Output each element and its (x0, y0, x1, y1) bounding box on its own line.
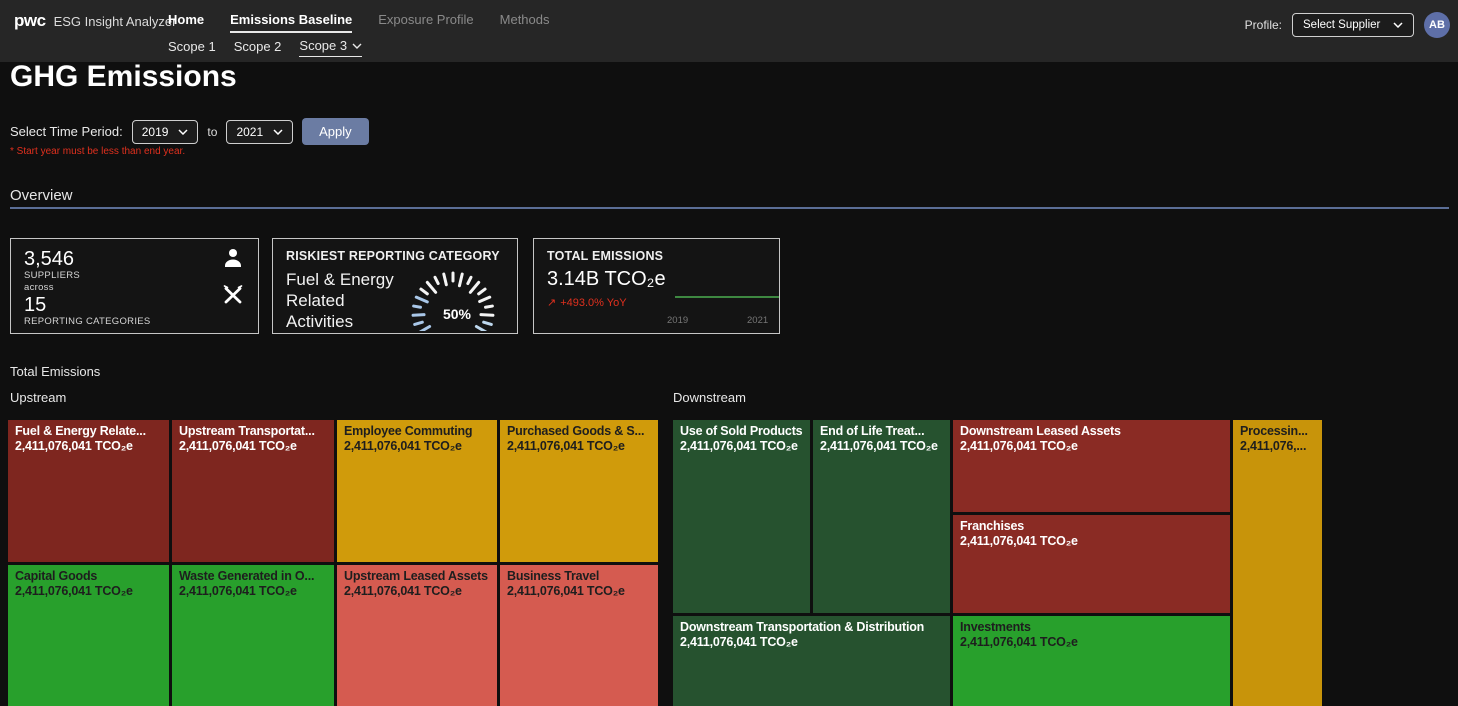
primary-nav: Home Emissions Baseline Exposure Profile… (168, 12, 550, 33)
end-year-value: 2021 (236, 124, 264, 139)
profile-area: Profile: Select Supplier AB (1245, 12, 1450, 38)
top-nav-bar: pwc ESG Insight Analyzer Home Emissions … (0, 0, 1458, 62)
suppliers-card-icons (220, 247, 246, 307)
time-period-filter: Select Time Period: 2019 to 2021 Apply (10, 118, 369, 145)
tile-business-travel[interactable]: Business Travel 2,411,076,041 TCO₂e (500, 565, 658, 706)
tile-purchased-goods[interactable]: Purchased Goods & S... 2,411,076,041 TCO… (500, 420, 658, 562)
chevron-down-icon (352, 43, 362, 49)
gauge-value-text: 50% (443, 306, 472, 322)
suppliers-count-label: SUPPLIERS (24, 270, 81, 281)
avatar[interactable]: AB (1424, 12, 1450, 38)
suppliers-card-text: 3,546 SUPPLIERS across 15 REPORTING CATE… (24, 248, 151, 328)
overview-section-title: Overview (10, 187, 73, 204)
upstream-treemap: Fuel & Energy Relate... 2,411,076,041 TC… (8, 420, 658, 706)
brand: pwc ESG Insight Analyzer (14, 11, 176, 31)
start-year-value: 2019 (141, 124, 169, 139)
end-year-select[interactable]: 2021 (226, 119, 294, 144)
app-title: ESG Insight Analyzer (53, 14, 177, 29)
overview-divider (10, 207, 1449, 209)
tile-franchises[interactable]: Franchises 2,411,076,041 TCO₂e (953, 515, 1230, 613)
downstream-treemap: Use of Sold Products 2,411,076,041 TCO₂e… (673, 420, 1322, 706)
tile-investments[interactable]: Investments 2,411,076,041 TCO₂e (953, 616, 1230, 706)
downstream-label: Downstream (673, 390, 746, 405)
to-label: to (207, 124, 218, 139)
pwc-logo: pwc (14, 11, 46, 30)
tile-use-of-sold-products[interactable]: Use of Sold Products 2,411,076,041 TCO₂e (673, 420, 810, 613)
tile-fuel-energy-related[interactable]: Fuel & Energy Relate... 2,411,076,041 TC… (8, 420, 169, 562)
categories-count-label: REPORTING CATEGORIES (24, 316, 151, 327)
total-emissions-value: 3.14B TCO₂e (547, 268, 666, 290)
chevron-down-icon (1393, 22, 1403, 28)
tile-processing-of-sold-products[interactable]: Processin... 2,411,076,... (1233, 420, 1322, 706)
suppliers-card: 3,546 SUPPLIERS across 15 REPORTING CATE… (10, 238, 259, 334)
nav-home[interactable]: Home (168, 12, 204, 33)
tab-scope-3[interactable]: Scope 3 (299, 38, 363, 57)
tile-capital-goods[interactable]: Capital Goods 2,411,076,041 TCO₂e (8, 565, 169, 706)
apply-button[interactable]: Apply (302, 118, 369, 145)
trend-up-arrow-icon: ↗ (547, 297, 557, 309)
tab-scope-2[interactable]: Scope 2 (234, 39, 282, 57)
tile-downstream-transportation[interactable]: Downstream Transportation & Distribution… (673, 616, 950, 706)
tab-scope-1[interactable]: Scope 1 (168, 39, 216, 57)
upstream-label: Upstream (10, 390, 67, 405)
tile-upstream-leased-assets[interactable]: Upstream Leased Assets 2,411,076,041 TCO… (337, 565, 497, 706)
risk-gauge: 50% (391, 247, 515, 336)
start-year-select[interactable]: 2019 (131, 119, 199, 144)
profile-label: Profile: (1244, 18, 1282, 32)
person-icon (225, 249, 241, 267)
sparkline-x-end: 2021 (747, 315, 769, 326)
tile-end-of-life-treatment[interactable]: End of Life Treat... 2,411,076,041 TCO₂e (813, 420, 950, 613)
nav-methods[interactable]: Methods (500, 12, 550, 33)
categories-count: 15 (24, 294, 47, 316)
yoy-trend: ↗ +493.0% YoY (547, 296, 627, 310)
tile-waste-generated[interactable]: Waste Generated in O... 2,411,076,041 TC… (172, 565, 334, 706)
total-emissions-card: TOTAL EMISSIONS 3.14B TCO₂e ↗ +493.0% Yo… (533, 238, 780, 334)
tab-scope-3-label: Scope 3 (299, 38, 348, 53)
time-period-label: Select Time Period: (10, 124, 123, 139)
chevron-down-icon (273, 128, 283, 135)
page-title: GHG Emissions (10, 60, 237, 93)
tile-employee-commuting[interactable]: Employee Commuting 2,411,076,041 TCO₂e (337, 420, 497, 562)
validation-error: * Start year must be less than end year. (10, 146, 186, 157)
nav-emissions-baseline[interactable]: Emissions Baseline (230, 12, 353, 33)
across-label: across (24, 282, 54, 293)
tile-downstream-leased-assets[interactable]: Downstream Leased Assets 2,411,076,041 T… (953, 420, 1230, 512)
gauge-icon: 50% (411, 271, 495, 335)
tools-icon (223, 285, 243, 304)
supplier-select[interactable]: Select Supplier (1292, 13, 1414, 37)
sparkline-icon (675, 296, 779, 298)
yoy-trend-text: +493.0% YoY (560, 296, 627, 309)
chevron-down-icon (178, 128, 188, 135)
nav-exposure-profile[interactable]: Exposure Profile (378, 12, 473, 33)
emissions-sparkline (674, 289, 780, 307)
total-card-title: TOTAL EMISSIONS (547, 249, 664, 263)
tile-upstream-transportation[interactable]: Upstream Transportat... 2,411,076,041 TC… (172, 420, 334, 562)
scope-nav: Scope 1 Scope 2 Scope 3 (168, 38, 363, 57)
sparkline-x-start: 2019 (667, 315, 689, 326)
riskiest-category-card: RISKIEST REPORTING CATEGORY Fuel & Energ… (272, 238, 518, 336)
total-emissions-section-label: Total Emissions (10, 364, 101, 379)
supplier-select-value: Select Supplier (1303, 19, 1381, 31)
suppliers-count: 3,546 (24, 248, 75, 270)
app-root: pwc ESG Insight Analyzer Home Emissions … (0, 0, 1458, 706)
